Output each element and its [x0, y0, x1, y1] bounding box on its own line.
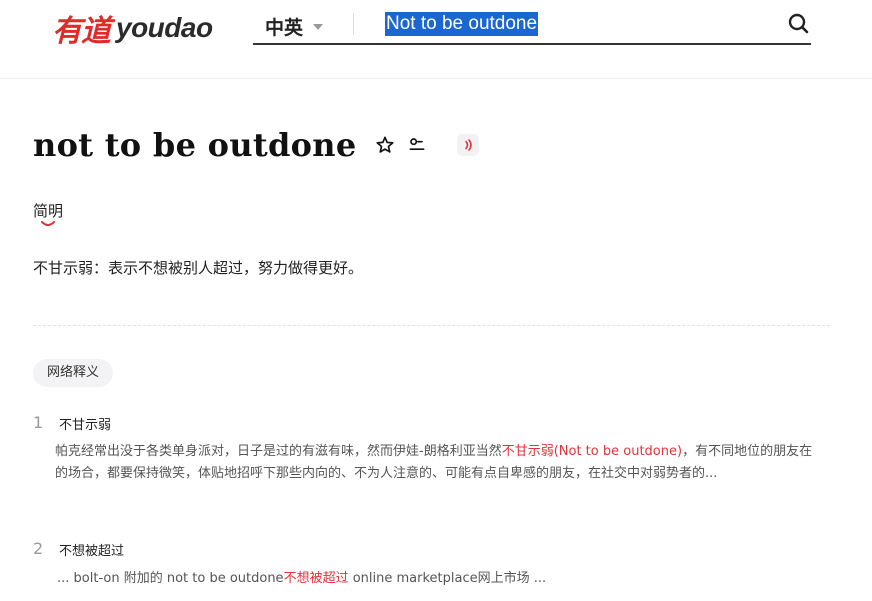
example-highlight: 不甘示弱(Not to be outdone): [501, 444, 683, 459]
web-definition-item: 2 不想被超过 ... bolt-on 附加的 not to be outdon…: [33, 539, 823, 599]
example-text-before: ... bolt-on 附加的 not to be outdone: [57, 571, 284, 586]
headword-title: not to be outdone: [33, 126, 357, 164]
item-title: 不甘示弱: [59, 418, 112, 433]
section-divider: [33, 325, 830, 326]
search-divider: [353, 13, 354, 35]
speaker-icon[interactable]: [456, 134, 479, 156]
language-selector-label: 中英: [265, 17, 304, 39]
item-example-text: ... bolt-on 附加的 not to be outdone不想被超过 o…: [57, 567, 546, 586]
headword-row: not to be outdone: [33, 126, 479, 164]
logo-chinese-text: 有道: [52, 14, 111, 49]
item-example-text: 帕克经常出没于各类单身派对，日子是过的有滋有味，然而伊娃-朗格利亚当然不甘示弱(…: [55, 441, 820, 485]
web-definition-item: 1 不甘示弱 帕克经常出没于各类单身派对，日子是过的有滋有味，然而伊娃-朗格利亚…: [33, 413, 823, 513]
example-highlight: 不想被超过: [283, 571, 349, 586]
caret-down-icon: [313, 23, 324, 30]
logo-english-text: youdao: [116, 12, 213, 43]
language-selector[interactable]: 中英: [265, 13, 324, 40]
search-icon[interactable]: [787, 12, 811, 36]
word-list-icon[interactable]: [405, 133, 429, 157]
example-text-after: online marketplace网上市场 ...: [348, 571, 547, 586]
star-icon[interactable]: [373, 133, 397, 157]
simple-definition-tab[interactable]: 简明: [33, 200, 63, 221]
search-bar: 中英 Not to be outdone: [253, 6, 811, 45]
top-header: 有道 youdao 中英 Not to be outdone: [0, 0, 872, 79]
item-number: 2: [33, 539, 44, 558]
web-definition-tag[interactable]: 网络释义: [33, 359, 114, 387]
item-number: 1: [33, 413, 44, 432]
youdao-logo[interactable]: 有道 youdao: [52, 10, 213, 49]
example-text-before: 帕克经常出没于各类单身派对，日子是过的有滋有味，然而伊娃-朗格利亚当然: [55, 444, 502, 459]
tab-active-indicator: [41, 221, 55, 226]
search-input[interactable]: Not to be outdone: [385, 12, 539, 36]
simple-definition-text: 不甘示弱：表示不想被别人超过，努力做得更好。: [33, 259, 364, 277]
item-title: 不想被超过: [59, 544, 125, 559]
